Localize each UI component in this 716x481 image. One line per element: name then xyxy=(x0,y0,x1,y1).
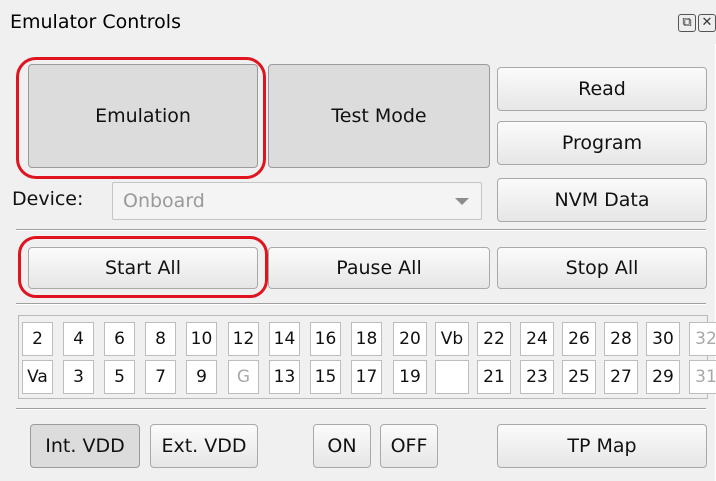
pause-all-button[interactable]: Pause All xyxy=(268,247,490,289)
divider xyxy=(16,408,706,410)
pin-cell-6[interactable]: 6 xyxy=(104,322,135,356)
ext-vdd-button[interactable]: Ext. VDD xyxy=(150,424,258,468)
pin-cell-30[interactable]: 30 xyxy=(646,322,680,356)
pin-cell-24[interactable]: 24 xyxy=(520,322,554,356)
off-button[interactable]: OFF xyxy=(380,424,438,468)
pin-cell-9[interactable]: 9 xyxy=(186,360,217,394)
pin-cell-22[interactable]: 22 xyxy=(477,322,511,356)
int-vdd-button[interactable]: Int. VDD xyxy=(30,424,140,468)
title-bar-controls: ⧉ ✕ xyxy=(678,14,716,32)
pin-cell-3[interactable]: 3 xyxy=(63,360,94,394)
pin-cell-29[interactable]: 29 xyxy=(646,360,680,394)
pin-cell-13[interactable]: 13 xyxy=(269,360,300,394)
pin-cell-17[interactable]: 17 xyxy=(351,360,382,394)
emulator-controls-panel: Emulator Controls ⧉ ✕ Emulation Test Mod… xyxy=(0,0,716,481)
read-button[interactable]: Read xyxy=(497,67,707,111)
program-button[interactable]: Program xyxy=(497,121,707,165)
pin-cell-16[interactable]: 16 xyxy=(310,322,341,356)
title-bar: Emulator Controls ⧉ ✕ xyxy=(0,0,716,44)
nvm-data-button[interactable]: NVM Data xyxy=(497,178,707,222)
pin-cell-32[interactable]: 32 xyxy=(689,322,716,356)
pin-cell-15[interactable]: 15 xyxy=(310,360,341,394)
pin-cell-12[interactable]: 12 xyxy=(228,322,259,356)
pin-cell-20[interactable]: 20 xyxy=(393,322,427,356)
start-all-button[interactable]: Start All xyxy=(28,247,258,289)
pin-cell-va[interactable]: Va xyxy=(22,360,53,394)
device-select-value: Onboard xyxy=(123,190,205,212)
pin-cell-23[interactable]: 23 xyxy=(520,360,554,394)
divider xyxy=(16,303,706,305)
stop-all-button[interactable]: Stop All xyxy=(497,247,707,289)
close-icon[interactable]: ✕ xyxy=(698,14,716,32)
pin-cell-empty xyxy=(435,360,469,394)
test-mode-button[interactable]: Test Mode xyxy=(268,64,490,168)
pin-cell-7[interactable]: 7 xyxy=(145,360,176,394)
pin-cell-8[interactable]: 8 xyxy=(145,322,176,356)
on-button[interactable]: ON xyxy=(313,424,371,468)
emulation-button[interactable]: Emulation xyxy=(28,64,258,168)
pin-cell-5[interactable]: 5 xyxy=(104,360,135,394)
device-label: Device: xyxy=(12,188,84,210)
pin-cell-27[interactable]: 27 xyxy=(604,360,638,394)
pin-cell-31[interactable]: 31 xyxy=(689,360,716,394)
pin-cell-21[interactable]: 21 xyxy=(477,360,511,394)
device-select[interactable]: Onboard xyxy=(112,182,482,220)
pin-cell-vb[interactable]: Vb xyxy=(435,322,469,356)
chevron-down-icon xyxy=(455,198,469,205)
pin-cell-19[interactable]: 19 xyxy=(393,360,427,394)
pin-cell-14[interactable]: 14 xyxy=(269,322,300,356)
pin-cell-10[interactable]: 10 xyxy=(186,322,217,356)
pin-cell-26[interactable]: 26 xyxy=(562,322,596,356)
pin-cell-g[interactable]: G xyxy=(228,360,259,394)
pin-cell-18[interactable]: 18 xyxy=(351,322,382,356)
restore-icon[interactable]: ⧉ xyxy=(678,14,696,32)
window-title: Emulator Controls xyxy=(10,11,181,33)
pin-cell-28[interactable]: 28 xyxy=(604,322,638,356)
pin-cell-25[interactable]: 25 xyxy=(562,360,596,394)
pin-cell-2[interactable]: 2 xyxy=(22,322,53,356)
divider xyxy=(16,229,706,231)
pin-cell-4[interactable]: 4 xyxy=(63,322,94,356)
tp-map-button[interactable]: TP Map xyxy=(497,424,707,468)
